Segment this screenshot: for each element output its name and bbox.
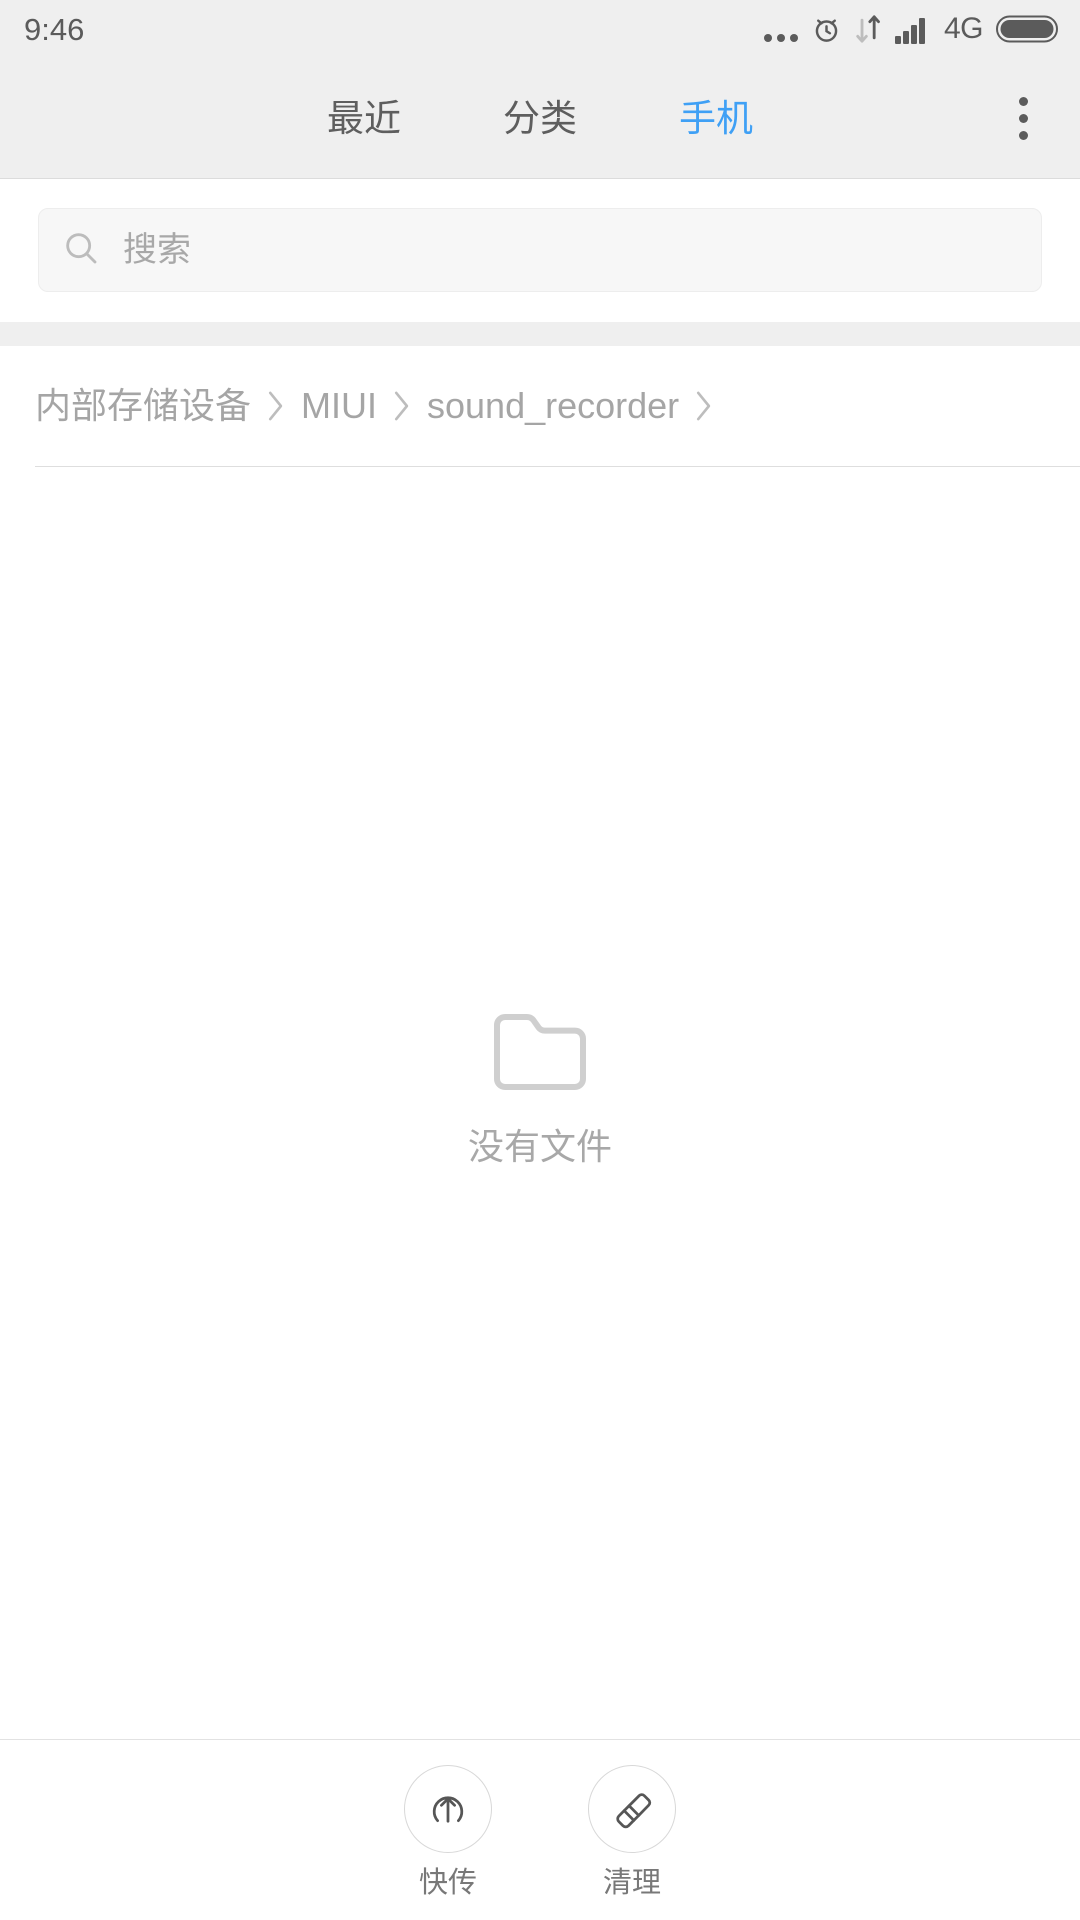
tab-recent[interactable]: 最近 (323, 90, 405, 147)
search-section: 搜索 (0, 180, 1080, 322)
clean-label: 清理 (602, 1867, 661, 1899)
section-separator (0, 322, 1080, 346)
bottom-toolbar: 快传 清理 (0, 1739, 1080, 1920)
search-icon (61, 228, 101, 273)
status-bar-clock: 9:46 (24, 11, 85, 47)
breadcrumb: 内部存储设备 MIUI sound_recorder (35, 346, 1045, 466)
chevron-right-icon (691, 388, 717, 424)
fast-transfer-button[interactable]: 快传 (370, 1765, 526, 1898)
app-header: 9:46 4G 最近 分类 手机 (0, 0, 1080, 179)
chevron-right-icon (263, 388, 289, 424)
empty-state-message: 没有文件 (467, 1126, 612, 1167)
alarm-clock-icon (811, 14, 842, 45)
signal-bars-icon (894, 14, 931, 44)
overflow-menu-icon[interactable] (988, 83, 1058, 153)
breadcrumb-item-storage[interactable]: 内部存储设备 (35, 388, 251, 424)
empty-folder-icon (492, 1012, 588, 1097)
notification-dots-icon (763, 12, 798, 47)
chevron-right-icon (389, 388, 415, 424)
breadcrumb-item-sound-recorder[interactable]: sound_recorder (427, 388, 679, 424)
broom-clean-icon (588, 1765, 676, 1853)
search-input[interactable]: 搜索 (38, 208, 1042, 292)
status-bar: 9:46 4G (0, 0, 1080, 58)
fast-transfer-label: 快传 (418, 1867, 477, 1899)
search-placeholder: 搜索 (123, 231, 191, 269)
breadcrumb-section: 内部存储设备 MIUI sound_recorder (0, 346, 1080, 467)
tab-list: 最近 分类 手机 (323, 90, 757, 147)
upload-circle-arrow-icon (404, 1765, 492, 1853)
data-transfer-icon (855, 14, 882, 44)
tab-categories[interactable]: 分类 (499, 90, 581, 147)
tab-phone[interactable]: 手机 (675, 90, 757, 147)
clean-button[interactable]: 清理 (554, 1765, 710, 1898)
battery-icon (996, 14, 1058, 44)
status-bar-icons: 4G (763, 12, 1058, 47)
breadcrumb-item-miui[interactable]: MIUI (301, 388, 377, 424)
empty-state: 没有文件 (0, 1012, 1080, 1165)
tab-bar: 最近 分类 手机 (0, 58, 1080, 178)
file-list-area: 没有文件 (0, 467, 1080, 1739)
network-type-label: 4G (943, 12, 984, 45)
